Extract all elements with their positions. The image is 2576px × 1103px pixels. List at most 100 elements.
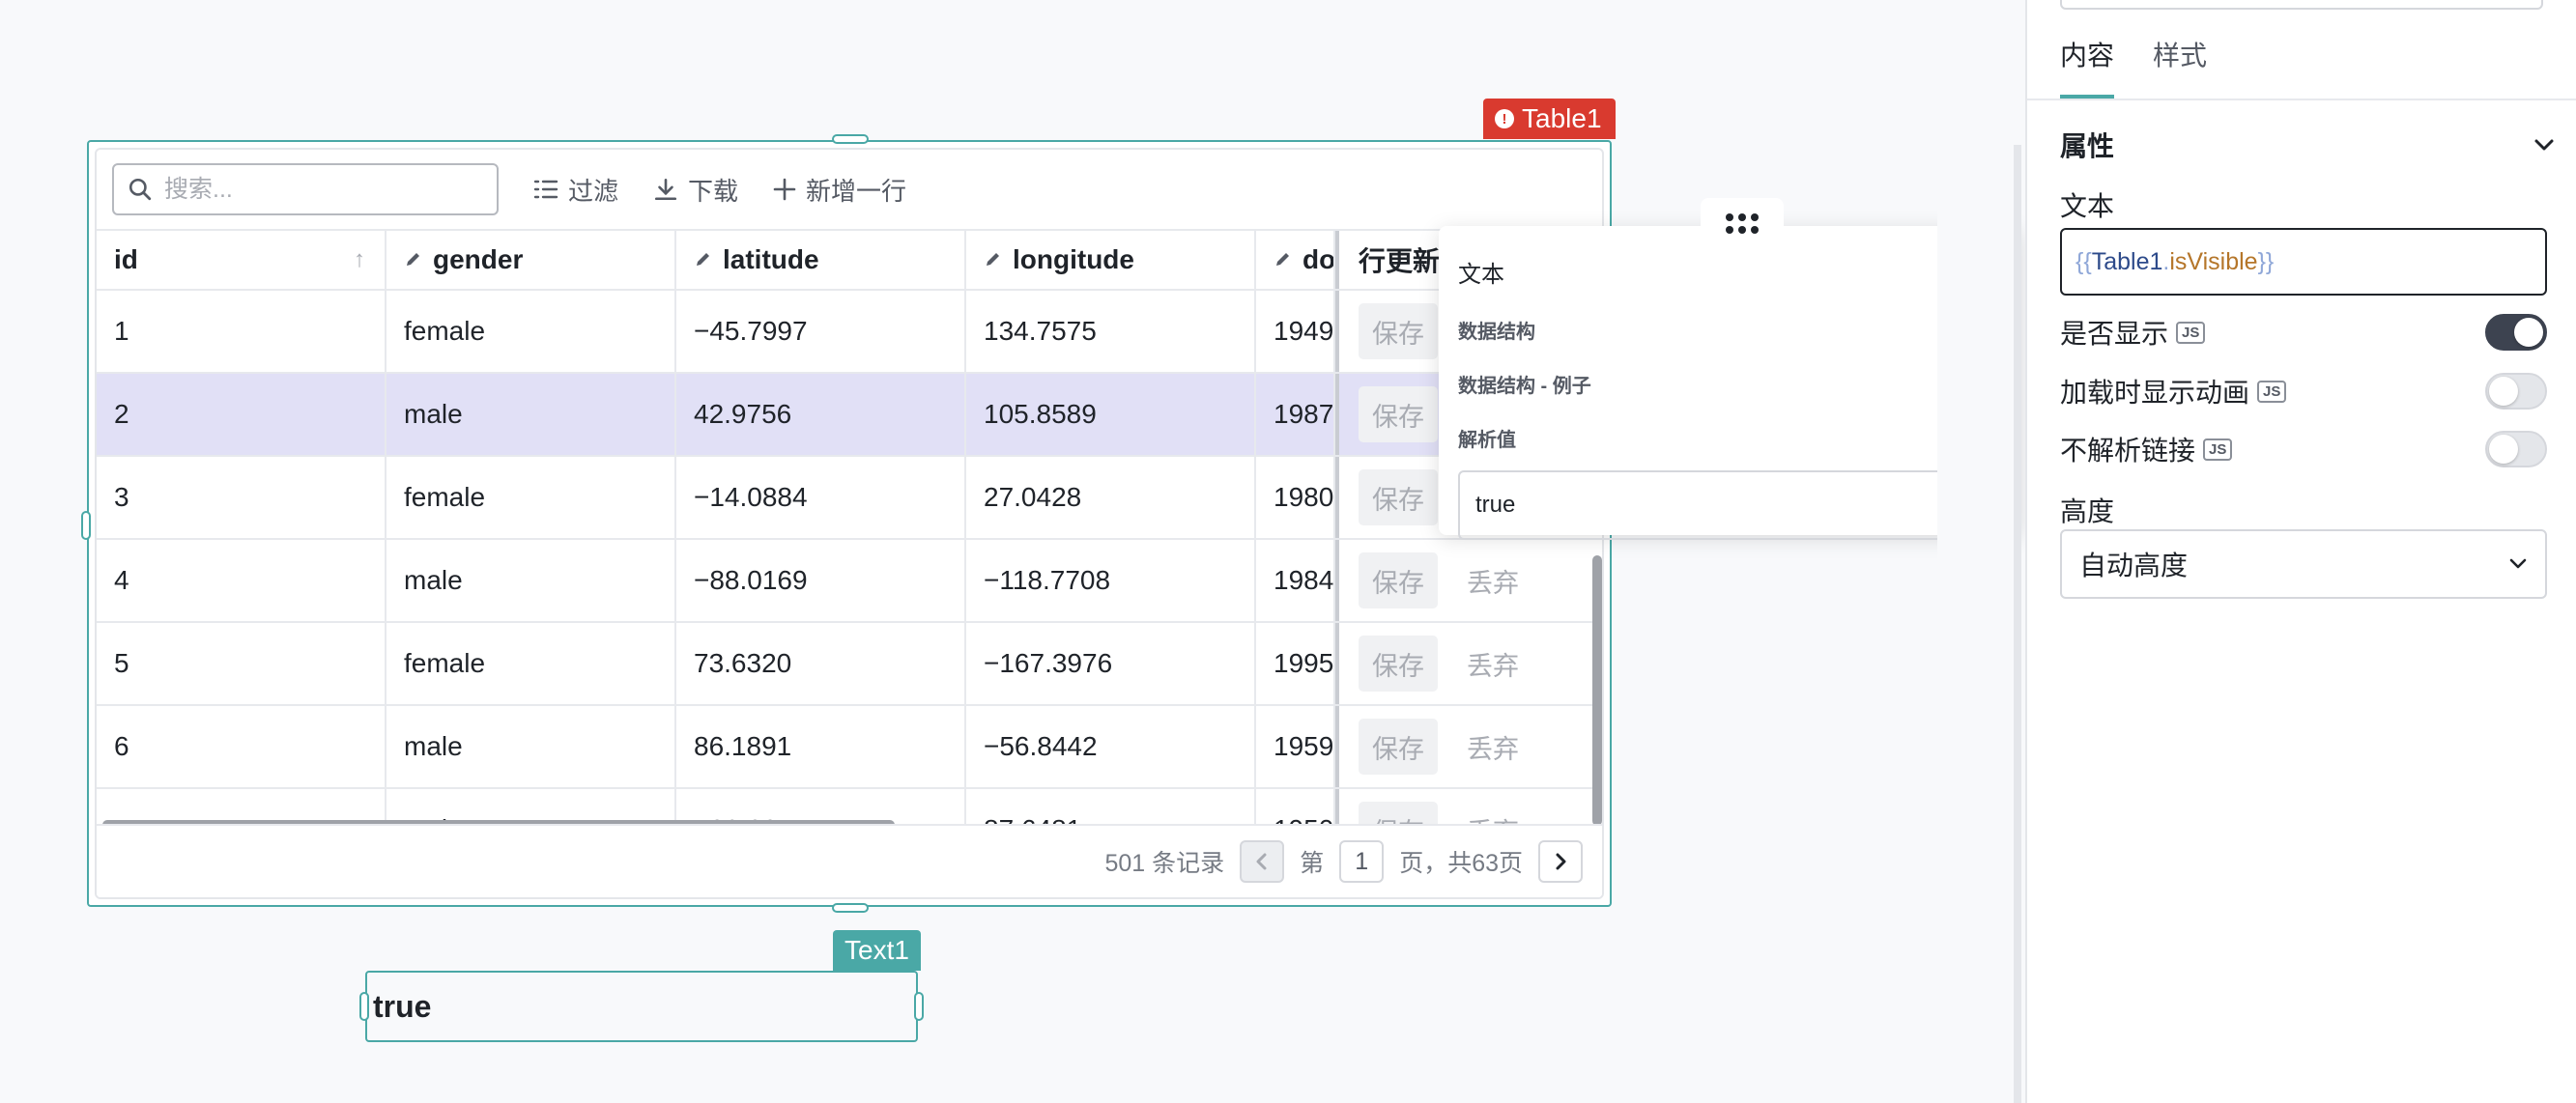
table-cell-latitude[interactable]: −88.0169 xyxy=(676,540,966,621)
table-cell-gender[interactable]: female xyxy=(386,623,676,704)
table-cell-longitude[interactable]: 134.7575 xyxy=(966,291,1256,372)
resize-handle-bottom[interactable] xyxy=(832,903,869,913)
evaluated-value-section[interactable]: 解析值 ⌄ xyxy=(1458,410,2001,465)
resize-handle-right[interactable] xyxy=(914,992,924,1021)
table-cell-longitude[interactable]: −56.8442 xyxy=(966,706,1256,787)
filter-button[interactable]: 过滤 xyxy=(533,172,618,208)
column-header-label: id xyxy=(114,244,138,274)
text-widget-badge[interactable]: Text1 xyxy=(833,930,921,971)
table-widget-badge[interactable]: ! Table1 xyxy=(1483,99,1616,139)
animate-loading-toggle[interactable] xyxy=(2485,373,2547,410)
panel-scrollbar[interactable] xyxy=(2014,145,2021,1103)
js-toggle-button[interactable]: JS xyxy=(2176,321,2206,344)
column-header-dob[interactable]: do xyxy=(1256,231,1335,289)
column-header-label: latitude xyxy=(723,244,819,274)
table-cell-latitude[interactable]: −14.0884 xyxy=(676,457,966,538)
text-widget[interactable]: true xyxy=(359,971,924,1042)
next-page-button[interactable] xyxy=(1538,840,1583,883)
discard-row-button[interactable]: 丢弃 xyxy=(1467,562,1519,600)
js-toggle-button[interactable]: JS xyxy=(2203,438,2233,461)
height-select[interactable]: 自动高度 xyxy=(2060,529,2547,599)
binding-dot: . xyxy=(2162,247,2170,275)
table-cell-dob[interactable]: 1980 xyxy=(1256,457,1335,538)
table-cell-id[interactable]: 3 xyxy=(97,457,386,538)
text-property-input[interactable]: {{Table1. isVisible}} xyxy=(2060,228,2547,296)
save-row-button[interactable]: 保存 xyxy=(1359,552,1438,608)
save-row-button[interactable]: 保存 xyxy=(1359,719,1438,775)
disable-link-toggle[interactable] xyxy=(2485,431,2547,467)
tab-content[interactable]: 内容 xyxy=(2060,35,2115,99)
table-cell-longitude[interactable]: −167.3976 xyxy=(966,623,1256,704)
row-actions: 保存丢弃 xyxy=(1335,706,1602,787)
save-row-button[interactable]: 保存 xyxy=(1359,469,1438,525)
table-widget[interactable]: 过滤 下载 新增一行 id ↑ xyxy=(81,134,1612,913)
height-label: 高度 xyxy=(2060,496,2115,526)
table-row[interactable]: 2male42.9756105.85891987保存丢弃 xyxy=(97,374,1602,457)
panel-gutter xyxy=(1937,0,2018,1103)
table-cell-longitude[interactable]: 105.8589 xyxy=(966,374,1256,455)
table-cell-id[interactable]: 5 xyxy=(97,623,386,704)
table-cell-gender[interactable]: female xyxy=(386,291,676,372)
search-input[interactable] xyxy=(164,175,473,204)
table-cell-dob[interactable]: 1987 xyxy=(1256,374,1335,455)
column-header-longitude[interactable]: longitude xyxy=(966,231,1256,289)
table-row[interactable]: 6 male 86.1891 −56.8442 1959 保存 丢弃 xyxy=(97,706,1602,789)
resize-handle-left[interactable] xyxy=(359,992,369,1021)
column-header-gender[interactable]: gender xyxy=(386,231,676,289)
resize-handle-top[interactable] xyxy=(832,134,869,144)
table-cell-latitude[interactable]: 86.1891 xyxy=(676,706,966,787)
table-cell-id[interactable]: 4 xyxy=(97,540,386,621)
save-row-button[interactable]: 保存 xyxy=(1359,636,1438,692)
table-cell-latitude[interactable]: −45.7997 xyxy=(676,291,966,372)
download-label: 下载 xyxy=(688,176,739,206)
table-cell-gender[interactable]: male xyxy=(386,706,676,787)
table-row[interactable]: 4 male −88.0169 −118.7708 1984 保存 丢弃 xyxy=(97,540,1602,623)
table-cell-latitude[interactable]: 42.9756 xyxy=(676,374,966,455)
table-row[interactable]: 5 female 73.6320 −167.3976 1995 保存 丢弃 xyxy=(97,623,1602,706)
table-cell-latitude[interactable]: 73.6320 xyxy=(676,623,966,704)
add-row-button[interactable]: 新增一行 xyxy=(773,172,906,208)
table-cell-gender[interactable]: male xyxy=(386,540,676,621)
properties-section-header[interactable]: 属性 xyxy=(2060,126,2555,164)
table-cell-id[interactable]: 6 xyxy=(97,706,386,787)
column-header-id[interactable]: id ↑ xyxy=(97,231,386,289)
sort-ascending-icon[interactable]: ↑ xyxy=(354,246,365,273)
table-cell-gender[interactable]: male xyxy=(386,374,676,455)
data-structure-section[interactable]: 数据结构 › xyxy=(1458,302,2001,356)
table-cell-dob[interactable]: 1984 xyxy=(1256,540,1335,621)
table-cell-longitude[interactable]: −118.7708 xyxy=(966,540,1256,621)
discard-row-button[interactable]: 丢弃 xyxy=(1467,645,1519,683)
prev-page-button[interactable] xyxy=(1240,840,1285,883)
data-structure-example-section[interactable]: 数据结构 - 例子 › xyxy=(1458,356,2001,410)
page-number-input[interactable]: 1 xyxy=(1339,840,1385,883)
download-button[interactable]: 下载 xyxy=(653,172,738,208)
visible-toggle[interactable] xyxy=(2485,314,2547,351)
text-widget-value: true xyxy=(373,988,432,1024)
table: 过滤 下载 新增一行 id ↑ xyxy=(95,148,1604,899)
tab-style[interactable]: 样式 xyxy=(2153,35,2207,99)
table-cell-id[interactable]: 1 xyxy=(97,291,386,372)
js-toggle-button[interactable]: JS xyxy=(2257,380,2287,403)
drag-dots-icon xyxy=(1726,212,1759,234)
resize-handle-left[interactable] xyxy=(81,511,91,540)
table-cell-dob[interactable]: 1959 xyxy=(1256,706,1335,787)
table-cell-gender[interactable]: female xyxy=(386,457,676,538)
property-panel: 内容 样式 属性 文本 {{Table1. isVisible}} 是否显示 JS … xyxy=(2025,0,2576,1103)
search-box[interactable] xyxy=(112,163,499,215)
save-row-button[interactable]: 保存 xyxy=(1359,303,1438,359)
column-header-latitude[interactable]: latitude xyxy=(676,231,966,289)
save-row-button[interactable]: 保存 xyxy=(1359,386,1438,442)
table-cell-dob[interactable]: 1995 xyxy=(1256,623,1335,704)
table-header-row: id ↑ gender latitude longitude do 行更新 xyxy=(97,229,1602,291)
table-cell-dob[interactable]: 1949 xyxy=(1256,291,1335,372)
table-cell-id[interactable]: 2 xyxy=(97,374,386,455)
table-row[interactable]: 3female−14.088427.04281980保存丢弃 xyxy=(97,457,1602,540)
table-row[interactable]: 1female−45.7997134.75751949保存丢弃 xyxy=(97,291,1602,374)
row-actions: 保存丢弃 xyxy=(1335,540,1602,621)
chevron-down-icon xyxy=(2534,139,2554,151)
popover-drag-handle[interactable] xyxy=(1701,198,1784,248)
height-select-value: 自动高度 xyxy=(2079,551,2189,580)
vertical-scrollbar[interactable] xyxy=(1592,555,1602,826)
discard-row-button[interactable]: 丢弃 xyxy=(1467,728,1519,766)
table-cell-longitude[interactable]: 27.0428 xyxy=(966,457,1256,538)
